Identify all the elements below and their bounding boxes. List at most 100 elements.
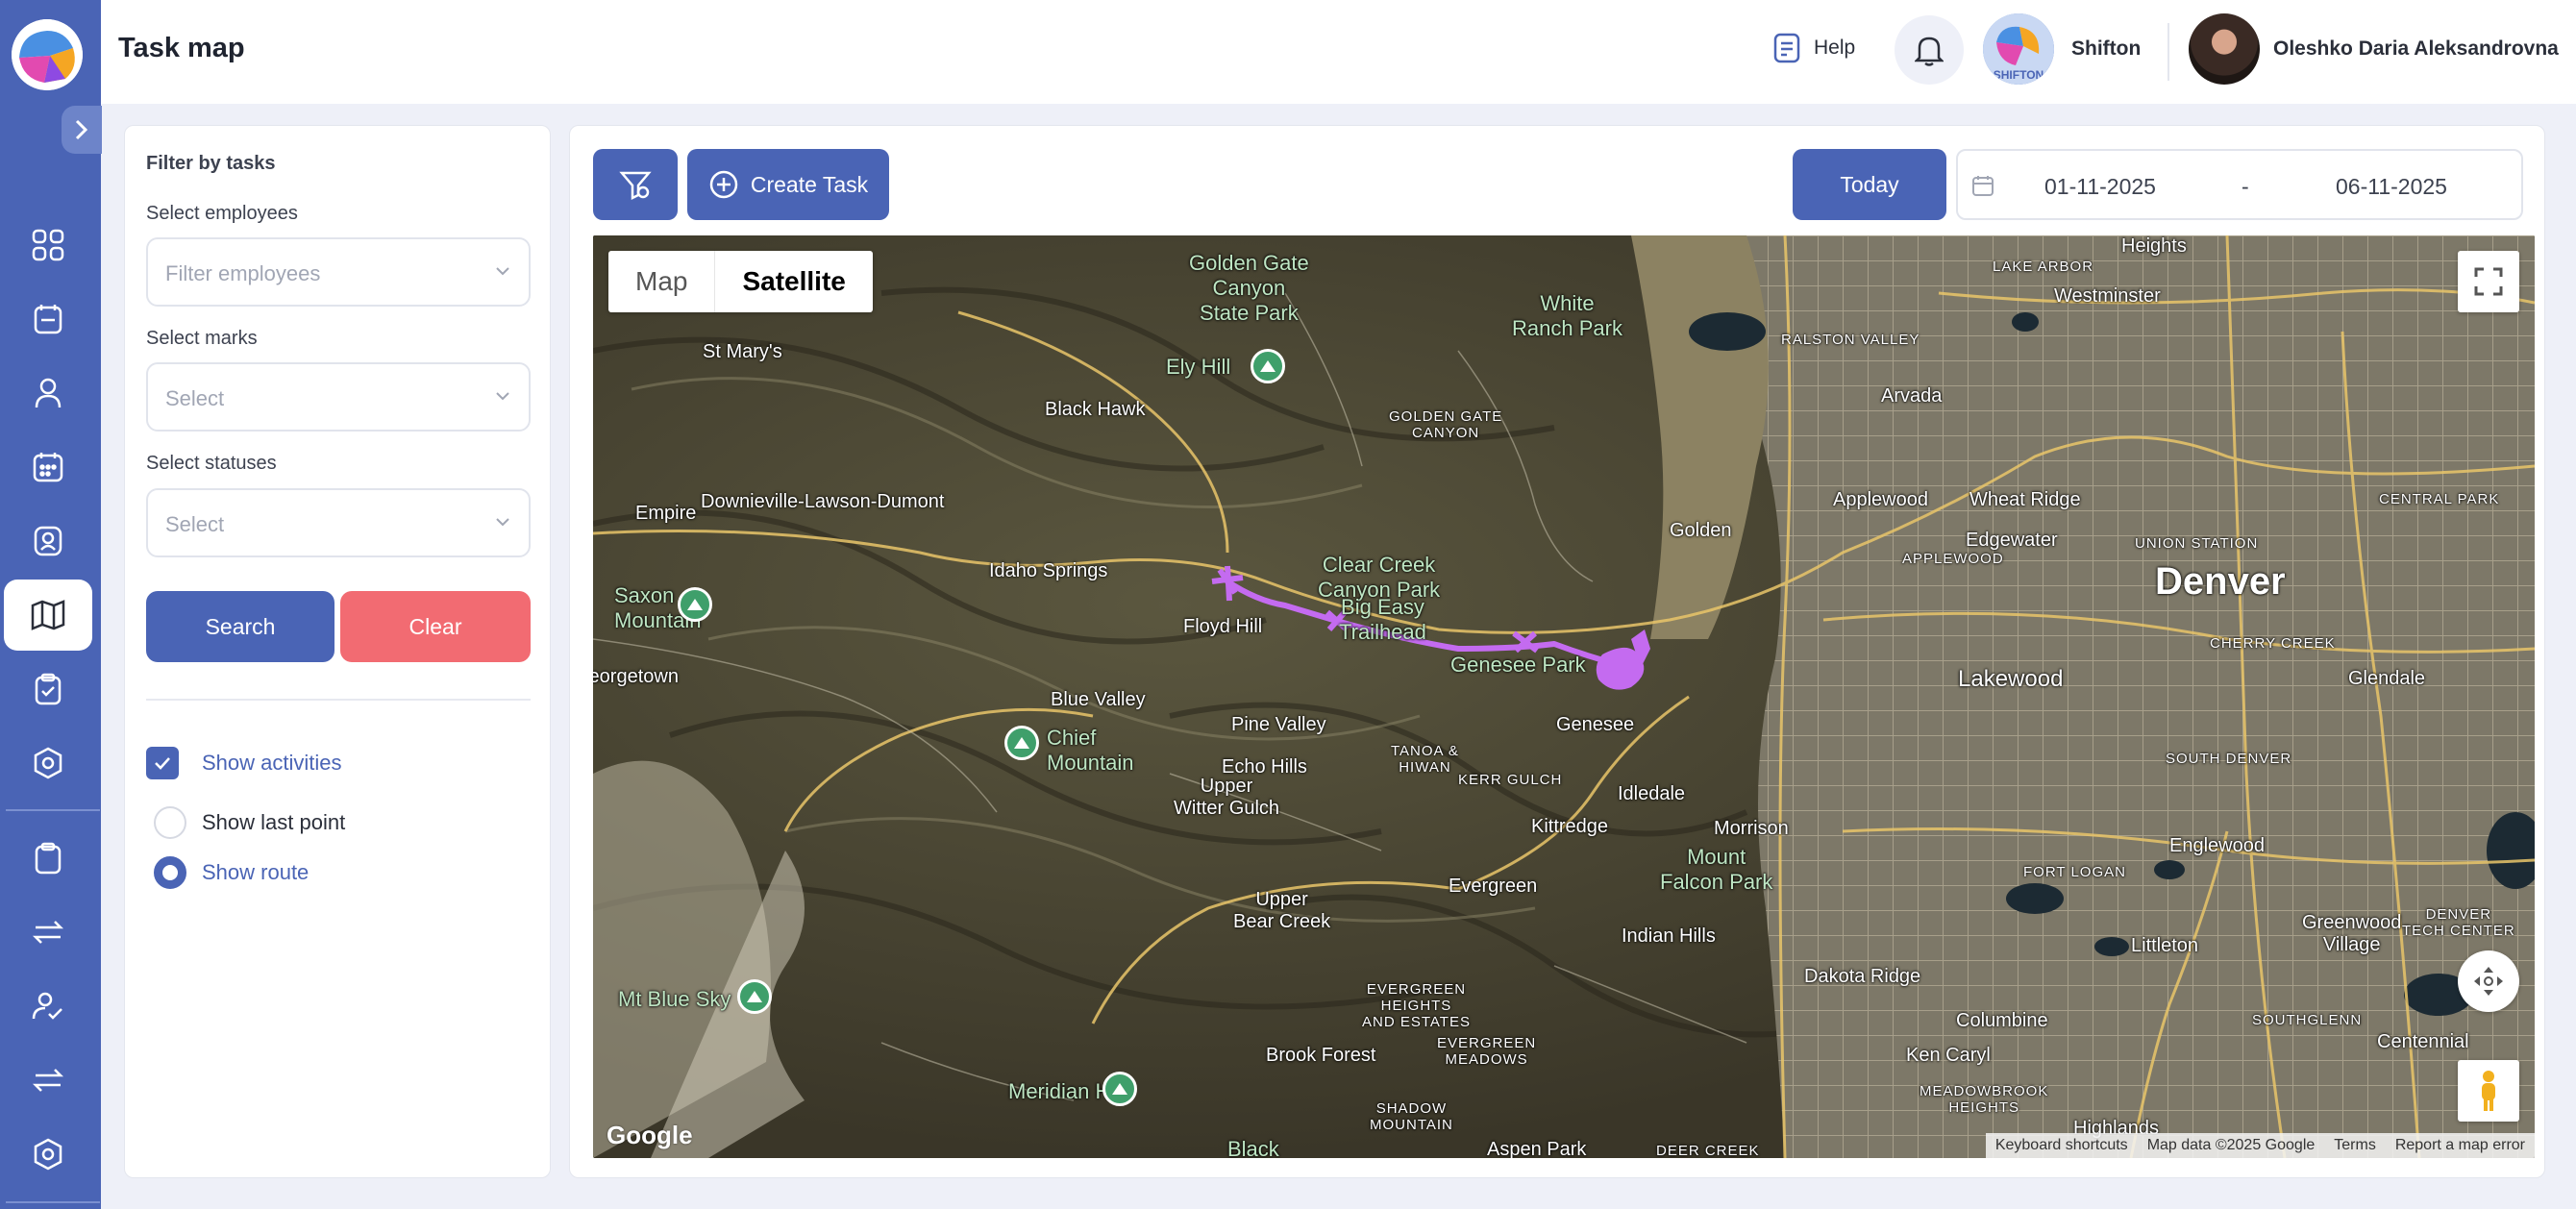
- map-label-columbine: Columbine: [1956, 1010, 2048, 1031]
- notifications-button[interactable]: [1895, 15, 1964, 85]
- map-label-idledale: Idledale: [1618, 783, 1686, 804]
- map-label-glendale: Glendale: [2348, 668, 2426, 689]
- park-marker[interactable]: [1102, 1072, 1137, 1106]
- nav-users[interactable]: [4, 358, 92, 429]
- settings-icon: [34, 747, 62, 779]
- pan-arrows-icon: [2474, 967, 2503, 996]
- date-from[interactable]: 01-11-2025: [2044, 174, 2156, 200]
- plus-circle-icon: [709, 170, 738, 199]
- park-marker[interactable]: [737, 979, 772, 1014]
- fullscreen-icon: [2474, 267, 2503, 296]
- nav-swap[interactable]: [4, 1045, 92, 1116]
- date-range-picker[interactable]: 01-11-2025 - 06-11-2025: [1956, 149, 2523, 220]
- camera-control-button[interactable]: [2458, 950, 2519, 1012]
- filter-panel: Filter by tasks Select employees Filter …: [124, 125, 551, 1178]
- employees-placeholder: Filter employees: [165, 261, 321, 285]
- keyboard-shortcuts-link[interactable]: Keyboard shortcuts: [1986, 1137, 2138, 1154]
- show-route-label[interactable]: Show route: [202, 860, 309, 885]
- nav-settings[interactable]: [4, 728, 92, 799]
- map-label-arvada: Arvada: [1881, 385, 1943, 407]
- terms-link[interactable]: Terms: [2324, 1137, 2386, 1154]
- park-marker[interactable]: [678, 587, 712, 622]
- google-logo: Google: [607, 1121, 693, 1149]
- user-profile[interactable]: Oleshko Daria Aleksandrovna: [2189, 13, 2559, 85]
- sidebar-divider-bottom: [6, 1201, 100, 1203]
- show-last-point-radio[interactable]: [154, 806, 186, 839]
- map-label-tanoa: TANOA & HIWAN: [1391, 743, 1459, 776]
- map-label-heights: Heights: [2121, 235, 2187, 257]
- sidebar: [0, 0, 102, 1209]
- nav-gear[interactable]: [4, 1119, 92, 1190]
- nav-employees[interactable]: [4, 506, 92, 577]
- show-route-radio[interactable]: [154, 856, 186, 889]
- pegman-icon: [2482, 1071, 2495, 1111]
- map-label-cherry-creek: CHERRY CREEK: [2210, 635, 2336, 652]
- map-label-southglenn: SOUTHGLENN: [2252, 1012, 2363, 1028]
- today-button[interactable]: Today: [1793, 149, 1946, 220]
- create-task-button[interactable]: Create Task: [687, 149, 889, 220]
- nav-task-map[interactable]: [4, 580, 92, 651]
- map-label-pine-valley: Pine Valley: [1231, 714, 1326, 735]
- show-activities-label[interactable]: Show activities: [202, 751, 342, 776]
- nav-tasks-calendar[interactable]: [4, 284, 92, 355]
- top-header: Task map Help SHIFTON Shifton Oleshko Da…: [101, 0, 2576, 104]
- map-terrain: [593, 235, 2535, 1158]
- swap-icon: [32, 1069, 64, 1092]
- nav-exchange[interactable]: [4, 897, 92, 968]
- search-button[interactable]: Search: [146, 591, 334, 662]
- map-label-meadowbrook: MEADOWBROOK HEIGHTS: [1920, 1083, 2049, 1116]
- street-view-pegman[interactable]: [2458, 1060, 2519, 1122]
- map-label-kerr-gulch: KERR GULCH: [1458, 772, 1563, 788]
- nav-schedule[interactable]: [4, 432, 92, 503]
- report-error-link[interactable]: Report a map error: [2386, 1137, 2535, 1154]
- company-switcher[interactable]: SHIFTON Shifton: [1983, 13, 2141, 85]
- shifton-logo[interactable]: [12, 19, 83, 90]
- date-to[interactable]: 06-11-2025: [2336, 174, 2447, 200]
- map-label-black: Black: [1227, 1137, 1279, 1158]
- marks-select[interactable]: Select: [146, 362, 531, 432]
- calendar-task-icon: [34, 305, 62, 334]
- clipboard-check-icon: [35, 673, 62, 705]
- filter-toggle-button[interactable]: [593, 149, 678, 220]
- create-task-label: Create Task: [750, 171, 869, 197]
- map-label-fort-logan: FORT LOGAN: [2023, 864, 2126, 880]
- fullscreen-button[interactable]: [2458, 251, 2519, 312]
- statuses-placeholder: Select: [165, 512, 225, 536]
- statuses-select[interactable]: Select: [146, 488, 531, 557]
- map-type-map[interactable]: Map: [608, 251, 714, 312]
- date-separator: -: [2242, 174, 2249, 199]
- show-activities-checkbox[interactable]: [146, 747, 179, 779]
- nav-checklists[interactable]: [4, 654, 92, 725]
- satellite-map[interactable]: Denver Lakewood Golden Arvada Applewood …: [593, 235, 2535, 1158]
- map-label-south-denver: SOUTH DENVER: [2166, 751, 2292, 767]
- map-label-kittredge: Kittredge: [1531, 816, 1609, 837]
- map-label-lakewood: Lakewood: [1958, 666, 2064, 692]
- employees-select[interactable]: Filter employees: [146, 237, 531, 307]
- chevron-down-icon: [496, 267, 509, 276]
- park-marker[interactable]: [1004, 726, 1039, 760]
- map-label-evergreen: Evergreen: [1449, 876, 1538, 897]
- nav-dashboard[interactable]: [4, 210, 92, 281]
- map-label-white-ranch-park: White Ranch Park: [1512, 291, 1622, 340]
- mountain-icon: [1112, 1083, 1127, 1095]
- map-label-ely-hill: Ely Hill: [1166, 355, 1231, 379]
- chevron-down-icon: [496, 392, 509, 401]
- map-label-genesee-park: Genesee Park: [1450, 653, 1586, 677]
- map-label-denver: Denver: [2155, 560, 2286, 603]
- map-label-mt-blue-sky: Mt Blue Sky: [618, 987, 731, 1011]
- map-label-union-station: UNION STATION: [2135, 535, 2259, 552]
- nav-reports[interactable]: [4, 823, 92, 894]
- map-type-satellite[interactable]: Satellite: [714, 251, 872, 312]
- sidebar-expand-button[interactable]: [62, 106, 102, 154]
- clear-button[interactable]: Clear: [340, 591, 531, 662]
- show-last-point-label[interactable]: Show last point: [202, 810, 345, 835]
- nav-user-check[interactable]: [4, 971, 92, 1042]
- bell-icon: [1915, 37, 1944, 66]
- avatar: [2189, 13, 2260, 85]
- map-label-golden: Golden: [1670, 520, 1732, 541]
- map-label-brook-forest: Brook Forest: [1266, 1045, 1376, 1066]
- park-marker[interactable]: [1251, 349, 1285, 383]
- mountain-icon: [1014, 737, 1029, 749]
- help-link[interactable]: Help: [1773, 33, 1855, 63]
- map-label-genesee: Genesee: [1556, 714, 1635, 735]
